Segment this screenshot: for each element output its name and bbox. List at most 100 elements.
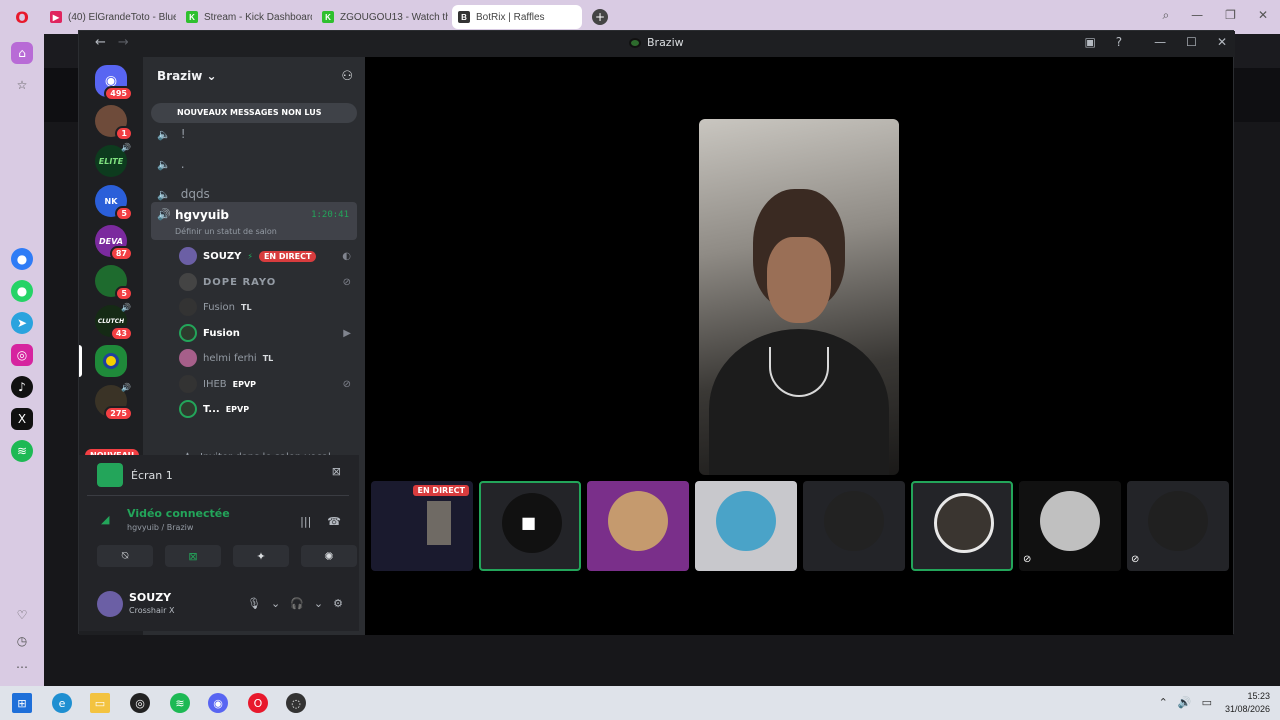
participant-tile[interactable]: ⊘ bbox=[1127, 481, 1229, 571]
help-icon[interactable]: ? bbox=[1116, 35, 1122, 49]
participant-tile-stream[interactable]: EN DIRECT bbox=[371, 481, 473, 571]
spotify-icon[interactable]: ≋ bbox=[11, 440, 33, 462]
back-arrow-icon[interactable]: ← bbox=[95, 35, 106, 50]
server-name-header[interactable]: Braziw ⌄ bbox=[157, 69, 217, 83]
server-icon-deva[interactable]: DEVA 87 bbox=[95, 225, 133, 261]
opera-logo[interactable]: O bbox=[0, 0, 44, 34]
participant-tile[interactable]: ■ bbox=[479, 481, 581, 571]
close-icon[interactable]: ✕ bbox=[1258, 8, 1268, 23]
stop-stream-icon[interactable]: ⊠ bbox=[332, 465, 341, 478]
soundboard-icon: ✺ bbox=[324, 549, 334, 563]
server-icon-elite[interactable]: ELITE 🔊 bbox=[95, 143, 131, 177]
network-icon[interactable]: ▭ bbox=[1202, 696, 1212, 709]
maximize-icon[interactable]: ❐ bbox=[1225, 8, 1236, 23]
new-tab-button[interactable]: + bbox=[592, 9, 608, 25]
discord-icon[interactable]: ◉ bbox=[208, 693, 228, 713]
voice-user-iheb[interactable]: IHEB EPVP ⊘ bbox=[179, 373, 355, 395]
heart-icon[interactable]: ♡ bbox=[11, 604, 33, 626]
user-area[interactable]: SOUZY Crosshair X 🎙 ⌄ 🎧 ⌄ ⚙ bbox=[97, 589, 343, 619]
home-icon[interactable]: ⌂ bbox=[11, 42, 33, 64]
voice-user-fusion[interactable]: Fusion TL bbox=[179, 296, 355, 318]
windows-start-icon[interactable]: ⊞ bbox=[12, 693, 32, 713]
close-icon[interactable]: ✕ bbox=[1217, 35, 1227, 49]
add-member-icon[interactable]: ⚇ bbox=[341, 69, 353, 84]
speaker-icon: 🔈 bbox=[157, 187, 171, 201]
voice-user-t[interactable]: T... EPVP bbox=[179, 398, 355, 420]
participant-tile[interactable] bbox=[803, 481, 905, 571]
server-icon-braziw[interactable] bbox=[79, 345, 127, 377]
noise-suppression-icon[interactable]: ||| bbox=[300, 515, 311, 528]
chevron-down-icon[interactable]: ⌄ bbox=[271, 597, 280, 610]
history-icon[interactable]: ◷ bbox=[11, 630, 33, 652]
direct-messages-button[interactable]: ◉ 495 bbox=[95, 65, 133, 101]
voice-connection-info[interactable]: Vidéo connectée hgvyuib / Braziw bbox=[127, 507, 230, 532]
voice-user-souzy[interactable]: SOUZY ⚡ EN DIRECT ◐ bbox=[179, 245, 355, 267]
spotify-icon[interactable]: ≋ bbox=[170, 693, 190, 713]
messenger-icon[interactable]: ● bbox=[11, 248, 33, 270]
soundboard-button[interactable]: ✺ bbox=[301, 545, 357, 567]
search-tabs-icon[interactable]: ⌕ bbox=[1162, 8, 1169, 23]
activities-button[interactable]: ✦ bbox=[233, 545, 289, 567]
server-label: NK bbox=[104, 196, 118, 206]
headphones-icon[interactable]: 🎧 bbox=[290, 597, 304, 610]
microphone-icon[interactable]: 🎙 bbox=[247, 597, 261, 610]
maximize-icon[interactable]: ☐ bbox=[1186, 35, 1197, 49]
camera-icon: ▶ bbox=[343, 327, 351, 339]
edge-icon[interactable]: e bbox=[52, 693, 72, 713]
chevron-up-icon[interactable]: ⌃ bbox=[1159, 696, 1168, 709]
tab-kick-dashboard[interactable]: K Stream - Kick Dashboard bbox=[180, 5, 312, 29]
bookmarks-icon[interactable]: ☆ bbox=[11, 74, 33, 96]
disconnect-icon[interactable]: ☎ bbox=[327, 515, 341, 528]
voice-user-fusion-2[interactable]: Fusion ▶ bbox=[179, 322, 355, 344]
obs-icon[interactable]: ◎ bbox=[130, 693, 150, 713]
server-icon-9[interactable]: 🔊 275 bbox=[95, 383, 133, 421]
participant-tile[interactable] bbox=[911, 481, 1013, 571]
kick-favicon-icon: K bbox=[186, 11, 198, 23]
camera-off-button[interactable]: ⍉ bbox=[97, 545, 153, 567]
channel-item[interactable]: 🔈 ! bbox=[157, 127, 186, 141]
channel-item[interactable]: 🔈 . bbox=[157, 157, 185, 171]
forward-arrow-icon[interactable]: → bbox=[118, 35, 129, 50]
server-icon-6[interactable]: 5 bbox=[95, 265, 133, 301]
server-icon-1[interactable]: 1 bbox=[95, 105, 133, 141]
user-name: helmi ferhi bbox=[203, 352, 257, 364]
voice-user-helmi[interactable]: helmi ferhi TL bbox=[179, 347, 355, 369]
tiktok-icon[interactable]: ♪ bbox=[11, 376, 33, 398]
steelseries-icon[interactable]: ◌ bbox=[286, 693, 306, 713]
minimize-icon[interactable]: — bbox=[1154, 35, 1166, 49]
tab-youtube[interactable]: ▶ (40) ElGrandeToto - Blue bbox=[44, 5, 176, 29]
volume-icon[interactable]: 🔊 bbox=[1178, 696, 1192, 709]
whatsapp-icon[interactable]: ● bbox=[11, 280, 33, 302]
settings-gear-icon[interactable]: ⚙ bbox=[333, 597, 343, 610]
set-channel-status[interactable]: Définir un statut de salon bbox=[175, 227, 277, 236]
x-twitter-icon[interactable]: X bbox=[11, 408, 33, 430]
signal-icon[interactable]: ◢ bbox=[101, 513, 109, 526]
opera-icon[interactable]: O bbox=[248, 693, 268, 713]
instagram-icon[interactable]: ◎ bbox=[11, 344, 33, 366]
voice-user-dope-rayo[interactable]: DOPE RAYO ⊘ bbox=[179, 271, 355, 293]
unread-messages-banner[interactable]: NOUVEAUX MESSAGES NON LUS bbox=[151, 103, 357, 123]
minimize-icon[interactable]: — bbox=[1191, 8, 1203, 23]
channel-item[interactable]: 🔈 dqds bbox=[157, 187, 210, 201]
avatar bbox=[97, 591, 123, 617]
server-icon-clutch[interactable]: CLUTCH 🔊 43 bbox=[95, 303, 133, 341]
participant-tile[interactable] bbox=[695, 481, 797, 571]
live-badge[interactable]: EN DIRECT bbox=[258, 250, 317, 262]
inbox-icon[interactable]: ▣ bbox=[1084, 35, 1095, 49]
active-voice-channel[interactable]: 🔊 hgvyuib 1:20:41 Définir un statut de s… bbox=[151, 202, 357, 240]
telegram-icon[interactable]: ➤ bbox=[11, 312, 33, 334]
tab-kick-watch[interactable]: K ZGOUGOU13 - Watch the bbox=[316, 5, 448, 29]
focused-video[interactable] bbox=[699, 119, 899, 475]
botrix-favicon-icon: B bbox=[458, 11, 470, 23]
participant-tile[interactable]: ⊘ bbox=[1019, 481, 1121, 571]
participant-tile[interactable] bbox=[587, 481, 689, 571]
system-clock[interactable]: 15:23 31/08/2026 bbox=[1225, 690, 1270, 716]
chevron-down-icon[interactable]: ⌄ bbox=[314, 597, 323, 610]
screen-share-button[interactable]: ⊠ bbox=[165, 545, 221, 567]
stream-preview[interactable]: Écran 1 bbox=[97, 463, 173, 487]
video-stage: EN DIRECT ■ ⊘ ⊘ bbox=[365, 57, 1233, 635]
more-icon[interactable]: ⋯ bbox=[11, 656, 33, 678]
file-explorer-icon[interactable]: ▭ bbox=[90, 693, 110, 713]
tab-botrix-raffles[interactable]: B BotRix | Raffles bbox=[452, 5, 582, 29]
server-icon-nk[interactable]: NK 5 bbox=[95, 185, 133, 221]
